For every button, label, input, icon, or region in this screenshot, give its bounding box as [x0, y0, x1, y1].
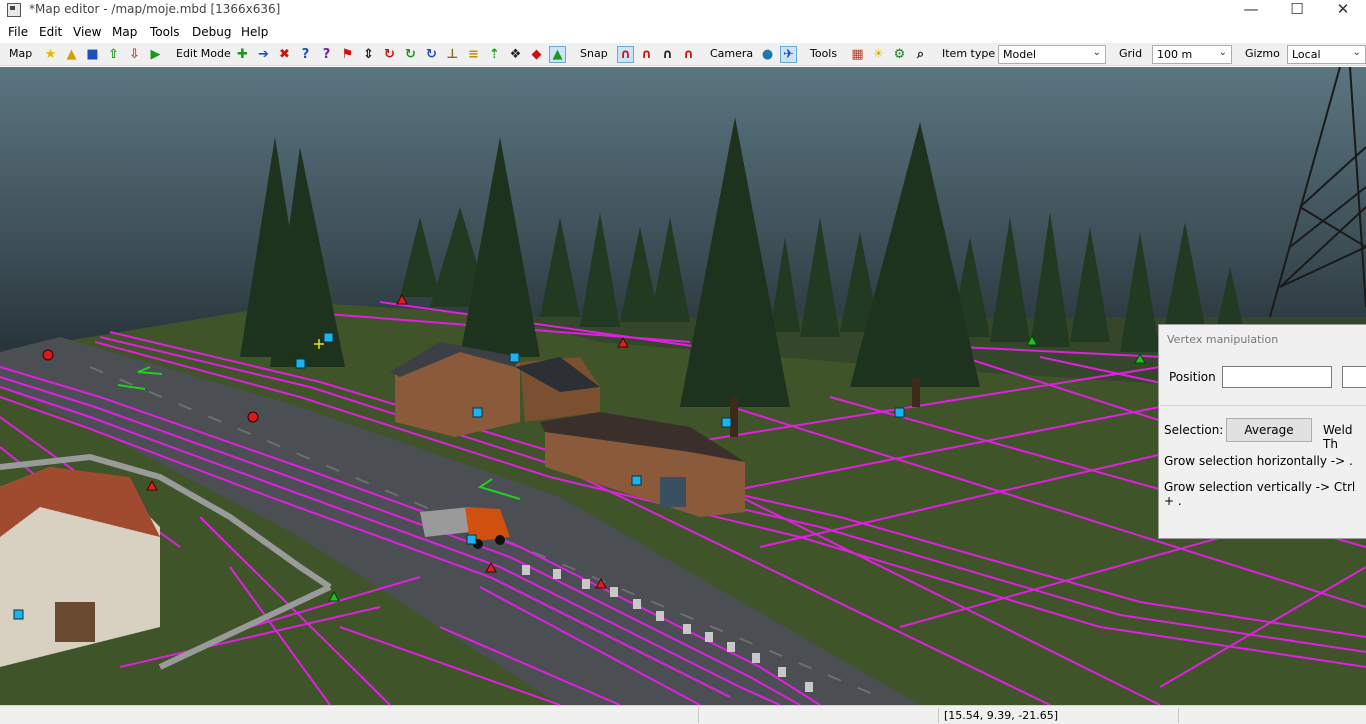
- sun-icon[interactable]: ☀: [870, 46, 887, 63]
- menu-tools[interactable]: Tools: [150, 25, 180, 39]
- gizmo-select[interactable]: Local ⌄: [1287, 45, 1366, 64]
- search-icon[interactable]: ⌕: [912, 46, 929, 63]
- menu-debug[interactable]: Debug: [192, 25, 231, 39]
- vehicle-icon[interactable]: ◆: [528, 46, 545, 63]
- save-icon[interactable]: ■: [84, 46, 101, 63]
- item-type-value: Model: [1003, 48, 1037, 61]
- item-type-label: Item type: [942, 47, 996, 60]
- globe-icon[interactable]: ●: [759, 46, 776, 63]
- flag-icon[interactable]: ⚑: [339, 46, 356, 63]
- tree-brush-icon[interactable]: ▲: [549, 46, 566, 63]
- help-icon[interactable]: ?: [297, 46, 314, 63]
- minimize-button[interactable]: —: [1228, 0, 1274, 22]
- menu-map[interactable]: Map: [112, 25, 137, 39]
- item-type-select[interactable]: Model ⌄: [998, 45, 1106, 64]
- weld-threshold-label: Weld Th: [1323, 423, 1353, 451]
- position-label: Position: [1169, 370, 1216, 384]
- average-button[interactable]: Average: [1226, 418, 1312, 442]
- rotate-x-icon[interactable]: ↻: [381, 46, 398, 63]
- vertex-manipulation-panel: Vertex manipulation Position Selection: …: [1158, 324, 1366, 539]
- maximize-button[interactable]: ☐: [1274, 0, 1320, 22]
- menu-file[interactable]: File: [8, 25, 28, 39]
- export-icon[interactable]: ⇧: [105, 46, 122, 63]
- palette-icon[interactable]: ▦: [849, 46, 866, 63]
- open-folder-icon[interactable]: ▲: [63, 46, 80, 63]
- panel-divider: [1160, 405, 1366, 406]
- window-title: *Map editor - /map/moje.mbd [1366x636]: [29, 2, 281, 16]
- play-icon[interactable]: ▶: [147, 46, 164, 63]
- snap-label: Snap: [580, 47, 608, 60]
- question-icon[interactable]: ?: [318, 46, 335, 63]
- cursor-coordinates: [15.54, 9.39, -21.65]: [944, 709, 1059, 722]
- grid-label: Grid: [1119, 47, 1143, 60]
- toolbar: Map ★ ▲ ■ ⇧ ⇩ ▶ Edit Mode ✚ ➔ ✖ ? ? ⚑ ⇕ …: [0, 43, 1366, 66]
- camera-label: Camera: [710, 47, 754, 60]
- status-separator: [698, 708, 699, 723]
- tools-label: Tools: [810, 47, 838, 60]
- menu-help[interactable]: Help: [241, 25, 268, 39]
- gizmo-value: Local: [1292, 48, 1321, 61]
- grow-vertical-hint: Grow selection vertically -> Ctrl + .: [1164, 480, 1356, 508]
- menu-view[interactable]: View: [73, 25, 101, 39]
- selection-label: Selection:: [1164, 423, 1224, 437]
- terrain-icon[interactable]: ⊥: [444, 46, 461, 63]
- chevron-down-icon: ⌄: [1352, 47, 1361, 58]
- delete-icon[interactable]: ✖: [276, 46, 293, 63]
- title-bar: *Map editor - /map/moje.mbd [1366x636] —…: [0, 0, 1366, 22]
- vertex-panel-title: Vertex manipulation: [1167, 333, 1279, 346]
- position-x-input[interactable]: [1222, 366, 1332, 388]
- close-button[interactable]: ✕: [1320, 0, 1366, 22]
- app-icon: [7, 3, 21, 17]
- map-section-label: Map: [9, 47, 33, 60]
- status-separator: [938, 708, 939, 723]
- grow-horizontal-hint: Grow selection horizontally -> .: [1164, 454, 1353, 468]
- rotate-y-icon[interactable]: ↻: [402, 46, 419, 63]
- raise-icon[interactable]: ⇡: [486, 46, 503, 63]
- grid-value: 100 m: [1157, 48, 1193, 61]
- gear-icon[interactable]: ⚙: [891, 46, 908, 63]
- status-separator: [1178, 708, 1179, 723]
- magnet-vertex-icon[interactable]: ∩: [659, 46, 676, 63]
- import-icon[interactable]: ⇩: [126, 46, 143, 63]
- magnet-edge-icon[interactable]: ∩: [680, 46, 697, 63]
- rotate-z-icon[interactable]: ↻: [423, 46, 440, 63]
- magnet-icon[interactable]: ∩: [617, 46, 634, 63]
- favorite-star-icon[interactable]: ★: [42, 46, 59, 63]
- prefab-icon[interactable]: ❖: [507, 46, 524, 63]
- menu-edit[interactable]: Edit: [39, 25, 62, 39]
- menu-bar: File Edit View Map Tools Debug Help: [0, 23, 1366, 43]
- terrain-edit-icon[interactable]: ≡: [465, 46, 482, 63]
- gizmo-label: Gizmo: [1245, 47, 1280, 60]
- grid-select[interactable]: 100 m ⌄: [1152, 45, 1232, 64]
- status-bar: [15.54, 9.39, -21.65]: [0, 705, 1366, 724]
- move-arrow-icon[interactable]: ➔: [255, 46, 272, 63]
- free-camera-icon[interactable]: ✈: [780, 46, 797, 63]
- elevation-icon[interactable]: ⇕: [360, 46, 377, 63]
- chevron-down-icon: ⌄: [1092, 47, 1101, 58]
- add-icon[interactable]: ✚: [234, 46, 251, 63]
- chevron-down-icon: ⌄: [1218, 47, 1227, 58]
- position-y-input[interactable]: [1342, 366, 1366, 388]
- magnet-plus-icon[interactable]: ∩: [638, 46, 655, 63]
- edit-mode-label: Edit Mode: [176, 47, 231, 60]
